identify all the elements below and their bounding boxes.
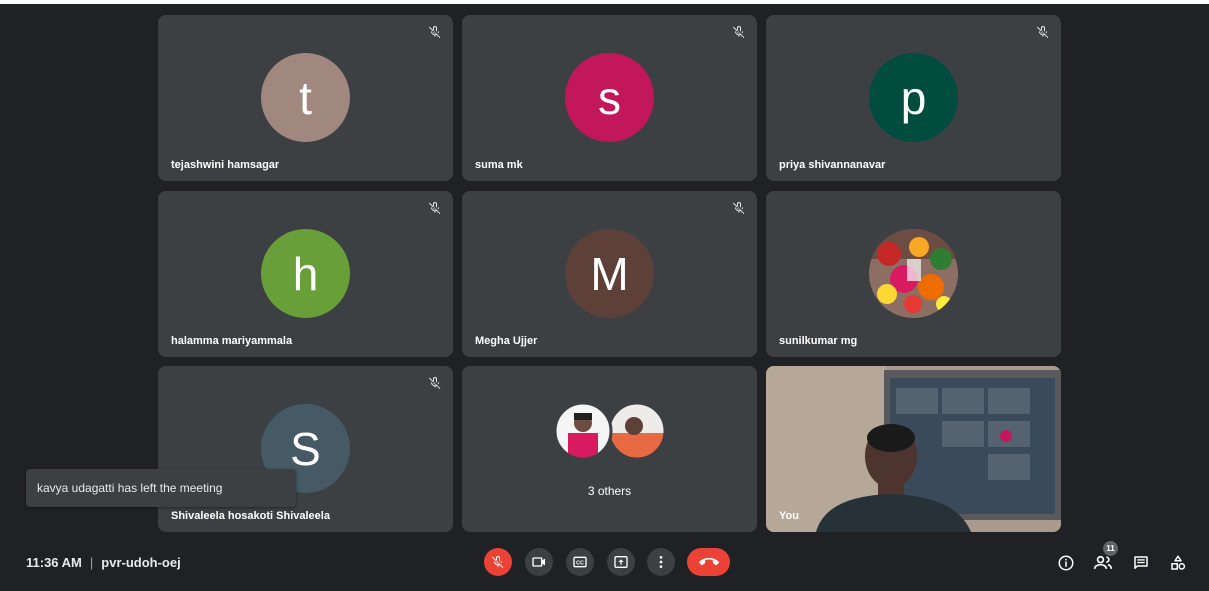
notification-toast: kavya udagatti has left the meeting [26,469,296,507]
others-tile[interactable]: 3 others [462,366,757,532]
others-avatars [554,401,667,461]
camera-toggle-button[interactable] [525,548,553,576]
avatar: h [261,229,350,318]
others-label: 3 others [587,484,632,498]
mic-off-icon [733,26,745,38]
participant-name: tejashwini hamsagar [171,159,280,171]
avatar: t [261,53,350,142]
call-end-icon [698,557,719,566]
info-icon [1058,555,1074,571]
mic-off-icon [492,556,504,568]
present-screen-button[interactable] [607,548,635,576]
participant-count-badge: 11 [1103,541,1118,556]
avatar: p [869,53,958,142]
microphone-toggle-button[interactable] [484,548,512,576]
chat-icon [1134,556,1148,569]
captions-button[interactable]: CC [566,548,594,576]
mic-off-icon [1037,26,1049,38]
self-name: You [779,510,799,522]
avatar: M [565,229,654,318]
people-icon [1093,555,1113,569]
mic-off-icon [733,202,745,214]
more-options-button[interactable] [647,548,675,576]
meeting-details-button[interactable] [1055,552,1077,574]
activities-icon [1171,555,1186,570]
participant-tile[interactable]: S Shivaleela hosakoti Shivaleela [158,366,453,532]
participant-name: priya shivannanavar [779,159,886,171]
svg-text:CC: CC [576,560,584,566]
closed-caption-icon: CC [573,556,587,568]
participant-name: Shivaleela hosakoti Shivaleela [171,510,330,522]
participant-tile[interactable]: M Megha Ujjer [462,191,757,357]
window-top-edge [0,0,1209,4]
mic-off-icon [429,377,441,389]
avatar-photo [869,229,958,318]
mic-off-icon [429,26,441,38]
participant-name: sunilkumar mg [779,335,858,347]
participant-name: halamma mariyammala [171,335,293,347]
participant-name: Megha Ujjer [475,335,538,347]
clock-time: 11:36 AM [26,555,82,570]
participant-tile[interactable]: sunilkumar mg [766,191,1061,357]
meeting-info: 11:36 AM | pvr-udoh-oej [26,555,181,570]
activities-button[interactable] [1167,552,1189,574]
participant-tile[interactable]: h halamma mariyammala [158,191,453,357]
participant-name: suma mk [475,159,523,171]
separator: | [89,555,94,570]
participant-tile[interactable]: p priya shivannanavar [766,15,1061,181]
more-vert-icon [659,556,663,568]
mic-off-icon [429,202,441,214]
participant-tile[interactable]: t tejashwini hamsagar [158,15,453,181]
participant-tile[interactable]: s suma mk [462,15,757,181]
videocam-icon [532,557,545,567]
self-video-tile[interactable]: You [766,366,1061,532]
meeting-code: pvr-udoh-oej [101,555,181,570]
chat-button[interactable] [1130,552,1152,574]
self-video [766,366,1061,532]
present-screen-icon [614,556,628,568]
leave-call-button[interactable] [687,548,730,576]
avatar: s [565,53,654,142]
